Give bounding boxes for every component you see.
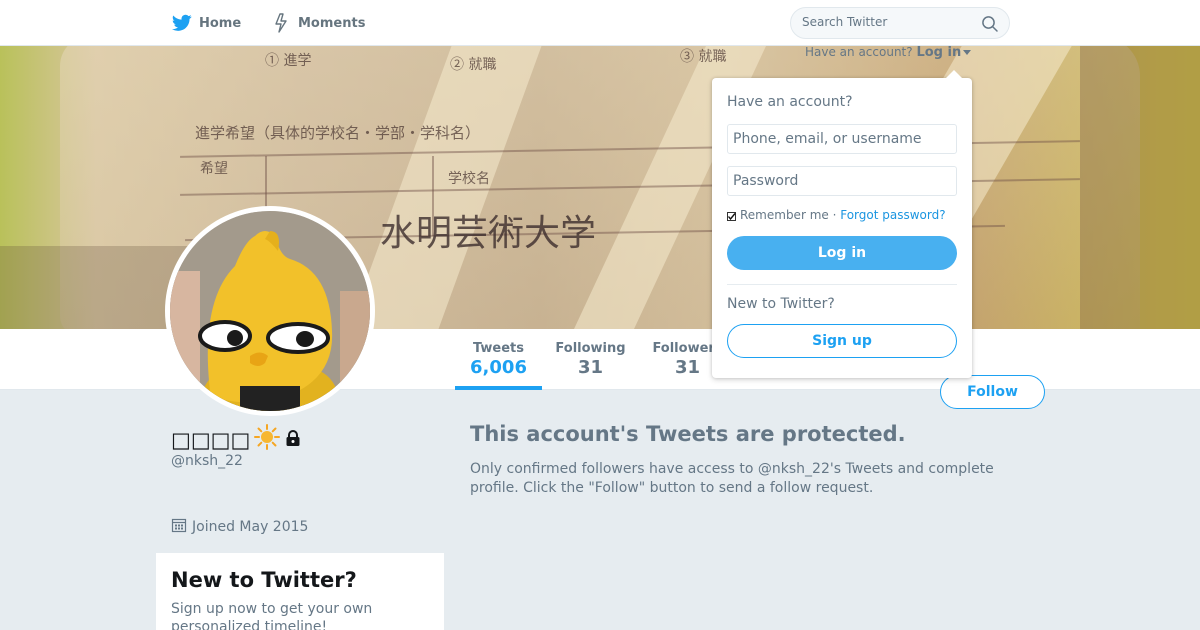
new-to-twitter-card: New to Twitter? Sign up now to get your … [156,553,444,630]
stat-following[interactable]: Following 31 [552,341,629,378]
search-input[interactable] [802,15,972,29]
remember-row: Remember me · Forgot password? [727,208,946,222]
dropdown-arrow [946,70,962,78]
banner-text: 希望 [200,161,228,177]
avatar[interactable] [165,206,375,416]
password-field[interactable] [727,166,957,196]
new-to-twitter-heading: New to Twitter? [727,296,835,312]
card-text: Sign up now to get your own personalized… [171,601,373,630]
joined-text: Joined May 2015 [192,519,309,535]
stat-tweets[interactable]: Tweets 6,006 [455,341,542,378]
remember-label[interactable]: Remember me [740,208,829,222]
search-box [790,7,1010,39]
banner-text: ② 就職 [450,57,497,73]
dropdown-heading: Have an account? [727,94,853,110]
card-title: New to Twitter? [171,568,357,592]
banner-text: ① 進学 [265,53,312,69]
stat-label: Tweets [472,341,525,356]
avatar-image [170,211,370,411]
calendar-icon [171,517,187,537]
banner-text: 水明芸術大学 [380,213,597,254]
login-button[interactable]: Log in [727,236,957,270]
login-link[interactable]: Have an account? Log in [805,45,972,60]
follow-button[interactable]: Follow [940,375,1045,409]
sun-emoji-icon [254,424,281,455]
lightning-icon [270,12,292,34]
banner-shadow [1080,46,1200,329]
dropdown-divider [727,284,957,285]
profile-name-text: □□□□ [171,427,251,452]
banner-text: 学校名 [448,171,490,187]
banner-text: ③ 就職 [680,49,727,65]
remember-checkbox[interactable] [727,211,736,221]
stat-value: 31 [577,357,604,378]
banner-text: 進学希望（具体的学校名・学部・学科名） [195,124,481,142]
profile-handle: @nksh_22 [171,453,243,469]
separator: · [828,208,841,222]
forgot-password-link[interactable]: Forgot password? [840,208,945,222]
stat-value: 6,006 [470,357,527,378]
nav-moments-label: Moments [298,15,366,31]
signup-button[interactable]: Sign up [727,324,957,358]
twitter-bird-icon [171,12,193,34]
profile-name: □□□□ [171,424,302,455]
protected-title: This account's Tweets are protected. [470,422,906,446]
login-link-prompt: Have an account? [805,45,913,59]
top-navigation: Home Moments [0,0,1200,46]
chevron-down-icon [963,50,972,55]
nav-moments[interactable]: Moments [270,12,365,34]
nav-home-label: Home [199,15,242,31]
active-tab-indicator [455,386,542,390]
login-link-label[interactable]: Log in [916,45,961,60]
search-icon[interactable] [981,15,999,33]
nav-home[interactable]: Home [171,12,241,34]
username-field[interactable] [727,124,957,154]
login-dropdown: Have an account? Remember me · Forgot pa… [712,70,972,378]
stat-label: Following [555,341,626,356]
joined-date: Joined May 2015 [171,517,308,537]
protected-text: Only confirmed followers have access to … [470,461,994,496]
avatar-mascot-image [170,211,370,411]
lock-icon [284,428,302,452]
